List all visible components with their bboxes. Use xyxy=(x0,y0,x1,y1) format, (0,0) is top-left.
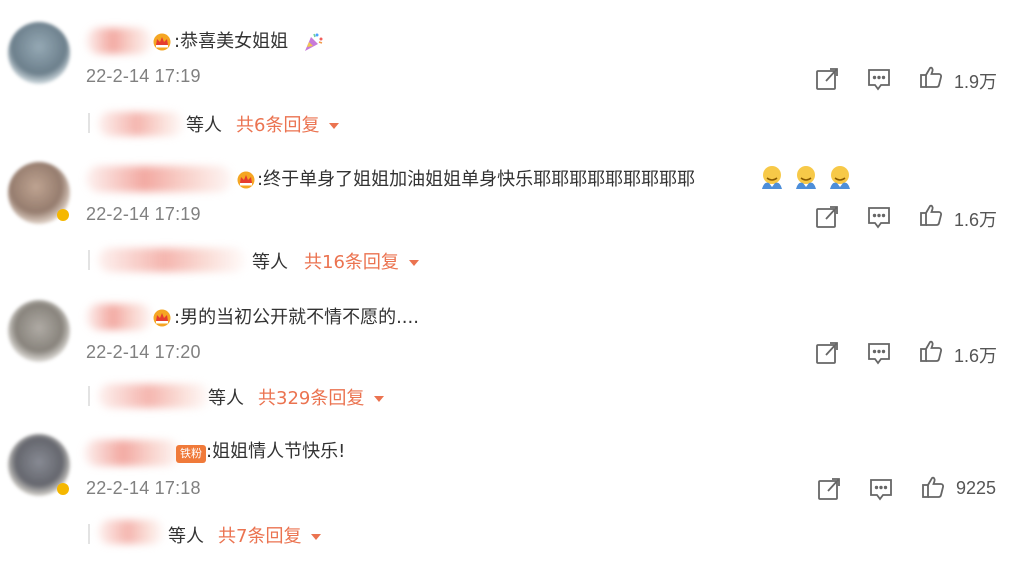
username[interactable] xyxy=(84,440,180,466)
view-replies-button[interactable]: 共329条回复 xyxy=(258,384,385,410)
comment-time: 22-2-14 17:18 xyxy=(86,478,201,498)
share-icon[interactable] xyxy=(814,66,840,92)
fan-badge: 铁粉 xyxy=(176,445,206,463)
share-icon[interactable] xyxy=(814,340,840,366)
reply-divider xyxy=(88,250,90,270)
comment-item: :男的当初公开就不情不愿的.... 22-2-14 17:20 1.6万 等人 … xyxy=(0,282,1024,420)
like-icon[interactable] xyxy=(918,202,944,228)
share-icon[interactable] xyxy=(814,204,840,230)
reply-suffix: 等人 xyxy=(168,526,204,547)
avatar[interactable] xyxy=(8,22,70,84)
reply-suffix: 等人 xyxy=(208,388,244,409)
hug-emoji-icon xyxy=(830,166,850,189)
comment-item: :终于单身了姐姐加油姐姐单身快乐耶耶耶耶耶耶耶耶耶 22-2-14 17:19 … xyxy=(0,140,1024,280)
comment-time: 22-2-14 17:20 xyxy=(86,342,201,362)
like-count: 1.9万 xyxy=(954,72,998,92)
verified-badge-icon xyxy=(57,209,69,221)
caret-down-icon xyxy=(329,123,340,129)
comment-item: :恭喜美女姐姐 22-2-14 17:19 1.9万 等人 共6条回复 xyxy=(0,0,1024,140)
username[interactable] xyxy=(86,166,232,192)
like-count: 1.6万 xyxy=(954,210,998,230)
reply-count-label: 共7条回复 xyxy=(218,526,302,547)
comment-icon[interactable] xyxy=(868,476,894,502)
vip-crown-icon xyxy=(237,171,255,189)
reply-count-label: 共16条回复 xyxy=(304,252,399,273)
reply-suffix: 等人 xyxy=(252,252,288,273)
reply-count-label: 共329条回复 xyxy=(258,388,365,409)
like-count: 9225 xyxy=(956,478,997,498)
reply-usernames[interactable] xyxy=(98,248,246,272)
reply-usernames[interactable] xyxy=(98,384,210,408)
view-replies-button[interactable]: 共7条回复 xyxy=(218,522,322,548)
username[interactable] xyxy=(86,304,152,330)
like-icon[interactable] xyxy=(918,338,944,364)
caret-down-icon xyxy=(311,534,322,540)
verified-badge-icon xyxy=(57,483,69,495)
avatar[interactable] xyxy=(8,300,70,362)
reply-suffix: 等人 xyxy=(186,115,222,136)
comment-time: 22-2-14 17:19 xyxy=(86,204,201,224)
like-icon[interactable] xyxy=(918,64,944,90)
comment-text: :姐姐情人节快乐! xyxy=(206,441,346,462)
comment-text: :恭喜美女姐姐 xyxy=(174,31,289,52)
comment-icon[interactable] xyxy=(866,66,892,92)
reply-divider xyxy=(88,386,90,406)
comment-time: 22-2-14 17:19 xyxy=(86,66,201,86)
comment-text: :男的当初公开就不情不愿的.... xyxy=(174,307,419,328)
view-replies-button[interactable]: 共6条回复 xyxy=(236,111,340,137)
comment-text: :终于单身了姐姐加油姐姐单身快乐耶耶耶耶耶耶耶耶耶 xyxy=(257,169,696,190)
caret-down-icon xyxy=(374,396,385,402)
reply-usernames[interactable] xyxy=(98,112,184,136)
vip-crown-icon xyxy=(153,33,171,51)
party-popper-icon xyxy=(305,33,323,51)
reply-divider xyxy=(88,113,90,133)
hug-emoji-icon xyxy=(762,166,782,189)
comment-item: 铁粉 :姐姐情人节快乐! 22-2-14 17:18 9225 等人 共7条回复 xyxy=(0,420,1024,568)
caret-down-icon xyxy=(408,260,419,266)
reply-divider xyxy=(88,524,90,544)
comment-icon[interactable] xyxy=(866,340,892,366)
comment-icon[interactable] xyxy=(866,204,892,230)
vip-crown-icon xyxy=(153,309,171,327)
share-icon[interactable] xyxy=(816,476,842,502)
view-replies-button[interactable]: 共16条回复 xyxy=(304,248,419,274)
like-icon[interactable] xyxy=(920,474,946,500)
hug-emoji-icon xyxy=(796,166,816,189)
reply-count-label: 共6条回复 xyxy=(236,115,320,136)
like-count: 1.6万 xyxy=(954,346,998,366)
username[interactable] xyxy=(86,28,152,54)
reply-usernames[interactable] xyxy=(98,520,164,544)
